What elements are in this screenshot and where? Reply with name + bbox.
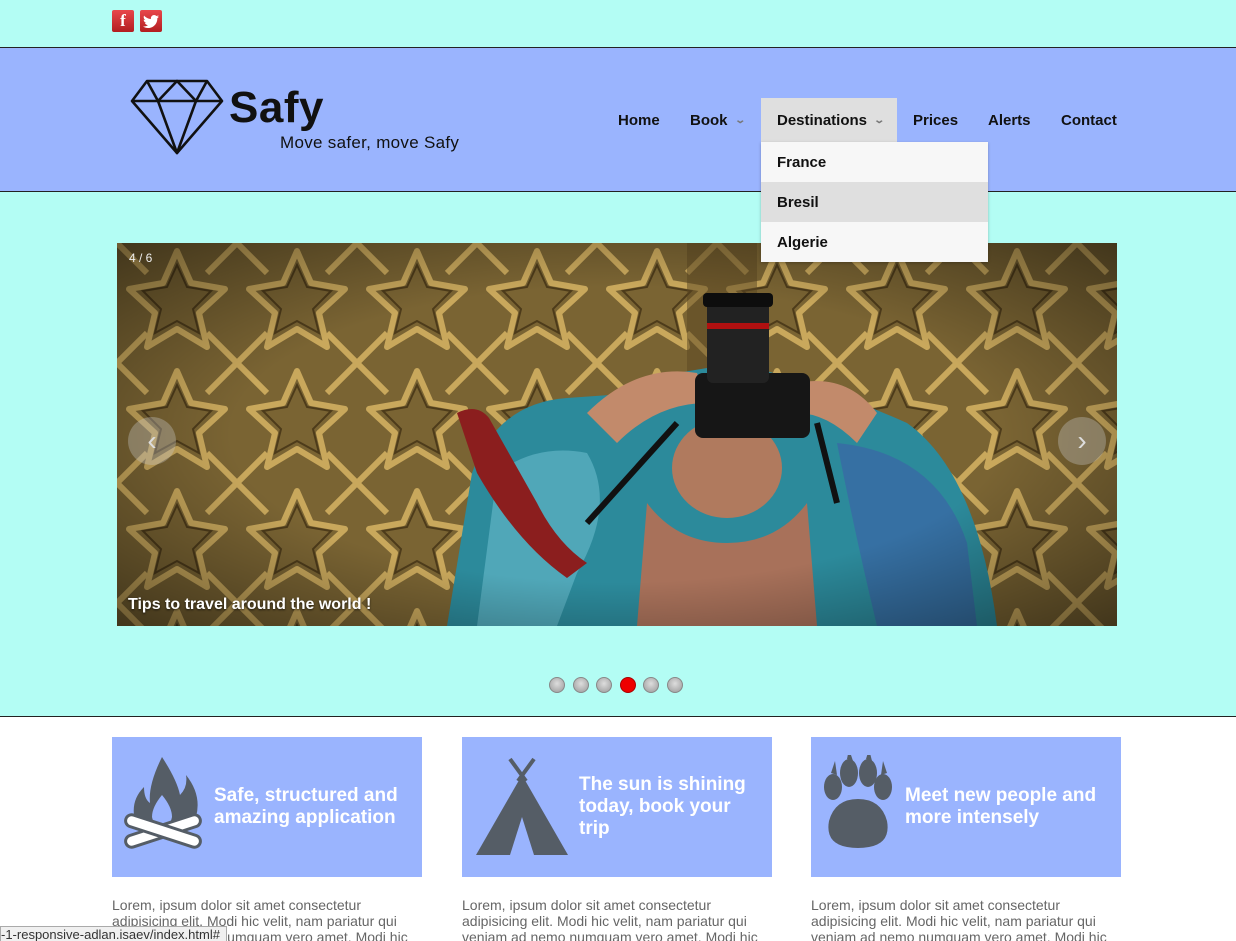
twitter-icon[interactable] [140,10,162,32]
brand-name[interactable]: Safy [229,86,324,130]
nav-prices-label: Prices [913,111,959,129]
feature-title: Safe, structured and amazing application [214,785,398,828]
tagline: Move safer, move Safy [280,133,460,152]
nav-contact-label: Contact [1061,111,1117,129]
nav-destinations-label: Destinations [777,111,868,129]
paw-icon [824,755,892,848]
feature-card: Safe, structured and amazing application [112,737,422,877]
next-slide-button[interactable]: › [1058,417,1106,465]
nav-contact[interactable]: Contact [1045,98,1133,142]
slide-dot[interactable] [596,677,612,693]
slide-dot[interactable] [573,677,589,693]
diamond-icon[interactable] [130,79,224,155]
destinations-dropdown: France Bresil Algerie [761,142,988,262]
feature-card: The sun is shining today, book your trip [462,737,772,877]
nav-destinations[interactable]: Destinations ⌄ [761,98,897,142]
chevron-down-icon: ⌄ [733,114,746,126]
nav-book-label: Book [690,111,728,129]
prev-slide-button[interactable]: ‹ [128,417,176,465]
dropdown-item-france[interactable]: France [761,142,988,182]
facebook-icon[interactable]: f [112,10,134,32]
status-url: -1-responsive-adlan.isaev/index.html# [0,926,227,941]
nav-alerts[interactable]: Alerts [972,98,1047,142]
slide-dot-active[interactable] [620,677,636,693]
feature-text: Lorem, ipsum dolor sit amet consectetur … [811,897,1107,941]
feature-title: Meet new people and more intensely [905,785,1097,828]
dropdown-item-bresil[interactable]: Bresil [761,182,988,222]
slide-dot[interactable] [549,677,565,693]
feature-card: Meet new people and more intensely [811,737,1121,877]
slide-photo [117,243,1117,626]
slide-caption: Tips to travel around the world ! [128,596,372,613]
nav-alerts-label: Alerts [988,111,1031,129]
slider[interactable]: 4 / 6 ‹ › Tips to travel around the worl… [117,243,1117,626]
chevron-down-icon: ⌄ [873,114,886,126]
slide-counter: 4 / 6 [129,251,153,265]
slide-dot[interactable] [667,677,683,693]
campfire-icon [124,757,202,849]
feature-title: The sun is shining today, book your trip [579,774,746,839]
slide-dot[interactable] [643,677,659,693]
nav-book[interactable]: Book ⌄ [674,98,760,142]
feature-text: Lorem, ipsum dolor sit amet consectetur … [462,897,758,941]
dropdown-item-algerie[interactable]: Algerie [761,222,988,262]
nav-home[interactable]: Home [602,98,676,142]
tent-icon [476,757,568,855]
nav-home-label: Home [618,111,660,129]
nav-prices[interactable]: Prices [897,98,974,142]
top-bar: f [0,0,1236,48]
